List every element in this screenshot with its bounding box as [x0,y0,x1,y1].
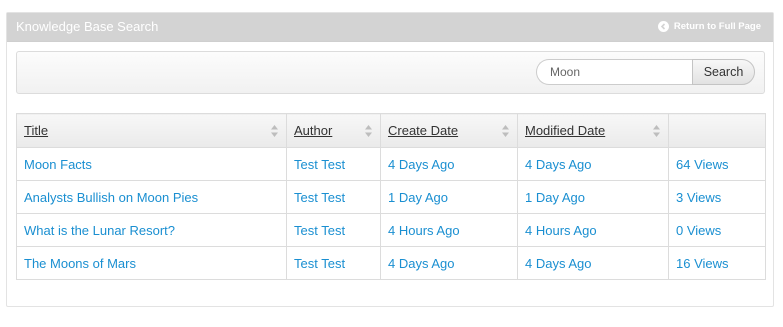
sort-arrows-icon [653,125,660,137]
sort-arrows-icon [271,125,278,137]
cell-views: 0 Views [668,213,766,247]
cell-title: The Moons of Mars [16,246,287,280]
author-link[interactable]: Test Test [294,223,345,238]
panel-title: Knowledge Base Search [16,19,159,34]
create-date-link[interactable]: 4 Hours Ago [388,223,460,238]
cell-create-date: 4 Days Ago [380,246,518,280]
table-header-row: Title Author Create Date Modified Date [16,113,766,148]
article-title-link[interactable]: Moon Facts [24,157,92,172]
create-date-link[interactable]: 4 Days Ago [388,256,455,271]
column-header-modified-date[interactable]: Modified Date [517,113,669,148]
cell-modified-date: 1 Day Ago [517,180,669,214]
modified-date-link[interactable]: 4 Days Ago [525,256,592,271]
column-header-title[interactable]: Title [16,113,287,148]
cell-modified-date: 4 Hours Ago [517,213,669,247]
panel-header: Knowledge Base Search Return to Full Pag… [7,13,773,42]
column-header-author[interactable]: Author [286,113,381,148]
views-link[interactable]: 16 Views [676,256,729,271]
create-date-link[interactable]: 4 Days Ago [388,157,455,172]
table-row: Moon Facts Test Test 4 Days Ago 4 Days A… [16,147,766,181]
modified-date-link[interactable]: 4 Days Ago [525,157,592,172]
return-to-full-page-link[interactable]: Return to Full Page [657,21,761,32]
column-header-create-date[interactable]: Create Date [380,113,518,148]
column-header-views [668,113,766,148]
return-arrow-icon [657,21,669,32]
results-table: Title Author Create Date Modified Date M… [16,113,766,280]
cell-create-date: 4 Hours Ago [380,213,518,247]
cell-views: 3 Views [668,180,766,214]
views-link[interactable]: 0 Views [676,223,721,238]
modified-date-link[interactable]: 4 Hours Ago [525,223,597,238]
table-row: What is the Lunar Resort? Test Test 4 Ho… [16,213,766,247]
column-header-label: Author [294,123,333,138]
article-title-link[interactable]: The Moons of Mars [24,256,136,271]
cell-title: What is the Lunar Resort? [16,213,287,247]
article-title-link[interactable]: What is the Lunar Resort? [24,223,175,238]
cell-views: 16 Views [668,246,766,280]
search-bar: Search [16,51,765,94]
views-link[interactable]: 3 Views [676,190,721,205]
column-header-label: Title [24,123,49,138]
cell-create-date: 4 Days Ago [380,147,518,181]
cell-author: Test Test [286,246,381,280]
cell-title: Analysts Bullish on Moon Pies [16,180,287,214]
cell-author: Test Test [286,213,381,247]
sort-arrows-icon [365,125,372,137]
column-header-label: Modified Date [525,123,606,138]
cell-modified-date: 4 Days Ago [517,147,669,181]
article-title-link[interactable]: Analysts Bullish on Moon Pies [24,190,198,205]
modified-date-link[interactable]: 1 Day Ago [525,190,585,205]
cell-author: Test Test [286,180,381,214]
table-row: The Moons of Mars Test Test 4 Days Ago 4… [16,246,766,280]
cell-title: Moon Facts [16,147,287,181]
search-input[interactable] [536,59,693,85]
column-header-label: Create Date [388,123,459,138]
author-link[interactable]: Test Test [294,256,345,271]
author-link[interactable]: Test Test [294,190,345,205]
search-button[interactable]: Search [692,59,755,85]
cell-create-date: 1 Day Ago [380,180,518,214]
author-link[interactable]: Test Test [294,157,345,172]
cell-modified-date: 4 Days Ago [517,246,669,280]
cell-author: Test Test [286,147,381,181]
table-row: Analysts Bullish on Moon Pies Test Test … [16,180,766,214]
views-link[interactable]: 64 Views [676,157,729,172]
return-link-label: Return to Full Page [673,21,761,32]
cell-views: 64 Views [668,147,766,181]
create-date-link[interactable]: 1 Day Ago [388,190,448,205]
sort-arrows-icon [502,125,509,137]
